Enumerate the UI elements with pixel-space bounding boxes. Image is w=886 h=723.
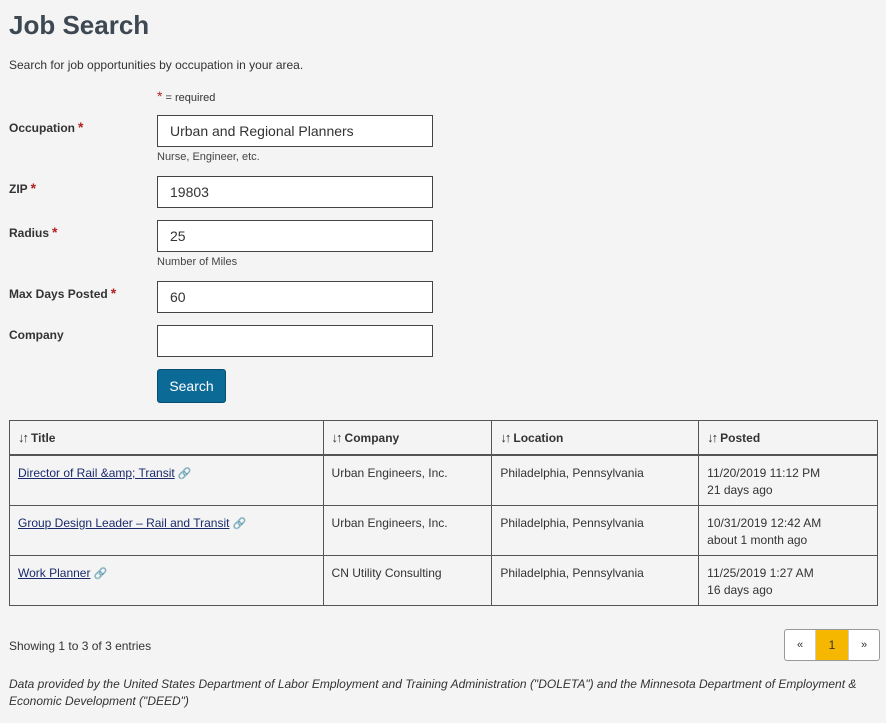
posted-ago: 21 days ago xyxy=(707,483,773,497)
posted-ago: 16 days ago xyxy=(707,582,773,597)
zip-label-text: ZIP xyxy=(9,182,28,196)
cell-posted: 11/25/2019 1:27 AM 16 days ago xyxy=(698,554,878,606)
required-star: * xyxy=(30,180,37,196)
max-days-input[interactable] xyxy=(157,281,433,313)
job-title-link[interactable]: Director of Rail &amp; Transit xyxy=(18,466,175,480)
job-title-text: Director of Rail &amp; Transit xyxy=(18,466,175,480)
entries-info: Showing 1 to 3 of 3 entries xyxy=(9,639,152,653)
cell-posted: 11/20/2019 11:12 PM 21 days ago xyxy=(698,454,878,506)
sort-icon: ↓↑ xyxy=(331,430,343,445)
link-icon[interactable]: 🔗 xyxy=(93,566,107,583)
cell-company: Urban Engineers, Inc. xyxy=(322,504,493,556)
posted-date: 11/25/2019 1:27 AM xyxy=(707,565,814,580)
zip-label: ZIP * xyxy=(9,180,36,196)
page-title: Job Search xyxy=(9,10,150,40)
cell-company: CN Utility Consulting xyxy=(322,554,493,606)
data-source-note: Data provided by the United States Depar… xyxy=(9,677,857,708)
required-star: * xyxy=(52,224,58,240)
occupation-input[interactable] xyxy=(157,115,433,147)
table-row: Group Design Leader – Rail and Transit 🔗 … xyxy=(9,504,878,556)
max-days-label: Max Days Posted * xyxy=(9,285,116,301)
zip-input[interactable] xyxy=(157,176,433,208)
occupation-label-text: Occupation xyxy=(9,121,76,135)
required-note: * = required xyxy=(157,88,215,104)
cell-posted: 10/31/2019 12:42 AM about 1 month ago xyxy=(698,504,878,556)
table-header-row: ↓↑ Title ↓↑ Company ↓↑ Location ↓↑ Posted xyxy=(9,420,878,456)
column-header-posted[interactable]: ↓↑ Posted xyxy=(698,420,878,456)
cell-location: Philadelphia, Pennsylvania xyxy=(491,554,700,606)
column-header-title[interactable]: ↓↑ Title xyxy=(9,420,324,456)
max-days-label-text: Max Days Posted xyxy=(9,287,108,301)
required-star: * xyxy=(78,119,84,135)
occupation-hint: Nurse, Engineer, etc. xyxy=(157,151,260,163)
radius-label-text: Radius xyxy=(9,226,50,240)
link-icon[interactable]: 🔗 xyxy=(178,466,192,483)
column-header-label: Title xyxy=(31,431,56,445)
posted-date: 10/31/2019 12:42 AM xyxy=(707,515,822,530)
required-note-text: = required xyxy=(165,92,216,104)
column-header-label: Posted xyxy=(720,431,761,445)
next-page-button[interactable]: » xyxy=(848,630,879,660)
column-header-company[interactable]: ↓↑ Company xyxy=(322,420,493,456)
cell-title: Work Planner 🔗 xyxy=(9,554,324,606)
column-header-location[interactable]: ↓↑ Location xyxy=(491,420,700,456)
prev-page-button[interactable]: « xyxy=(785,630,816,660)
cell-location: Philadelphia, Pennsylvania xyxy=(491,504,700,556)
sort-icon: ↓↑ xyxy=(707,430,718,445)
cell-title: Group Design Leader – Rail and Transit 🔗 xyxy=(9,504,324,556)
posted-ago: about 1 month ago xyxy=(707,532,808,547)
radius-hint: Number of Miles xyxy=(157,256,238,268)
cell-location: Philadelphia, Pennsylvania xyxy=(491,454,700,506)
sort-icon: ↓↑ xyxy=(18,430,29,445)
occupation-label: Occupation * xyxy=(9,119,83,135)
cell-title: Director of Rail &amp; Transit 🔗 xyxy=(9,454,324,506)
page-1-button[interactable]: 1 xyxy=(816,630,848,660)
table-row: Work Planner 🔗 CN Utility Consulting Phil… xyxy=(9,554,878,606)
table-row: Director of Rail &amp; Transit 🔗 Urban En… xyxy=(9,454,878,506)
radius-label: Radius * xyxy=(9,224,57,240)
sort-icon: ↓↑ xyxy=(500,430,511,445)
pagination: « 1 » xyxy=(784,629,880,661)
posted-date: 11/20/2019 11:12 PM xyxy=(707,466,821,480)
cell-company: Urban Engineers, Inc. xyxy=(322,454,493,506)
link-icon[interactable]: 🔗 xyxy=(232,516,246,533)
page-subtitle: Search for job opportunities by occupati… xyxy=(9,58,304,72)
job-title-link[interactable]: Group Design Leader – Rail and Transit xyxy=(18,516,229,530)
job-title-link[interactable]: Work Planner xyxy=(18,566,90,580)
search-button[interactable]: Search xyxy=(157,369,226,403)
job-title-text: Group Design Leader – Rail and Transit xyxy=(18,515,230,530)
results-table: ↓↑ Title ↓↑ Company ↓↑ Location ↓↑ Posted Di… xyxy=(9,420,878,606)
required-star: * xyxy=(110,285,117,301)
column-header-label: Company xyxy=(344,431,400,445)
job-title-text: Work Planner xyxy=(18,565,91,580)
radius-input[interactable] xyxy=(157,220,433,252)
company-label: Company xyxy=(9,328,64,342)
company-input[interactable] xyxy=(157,325,433,357)
column-header-label: Location xyxy=(513,431,564,445)
required-star: * xyxy=(157,88,163,104)
